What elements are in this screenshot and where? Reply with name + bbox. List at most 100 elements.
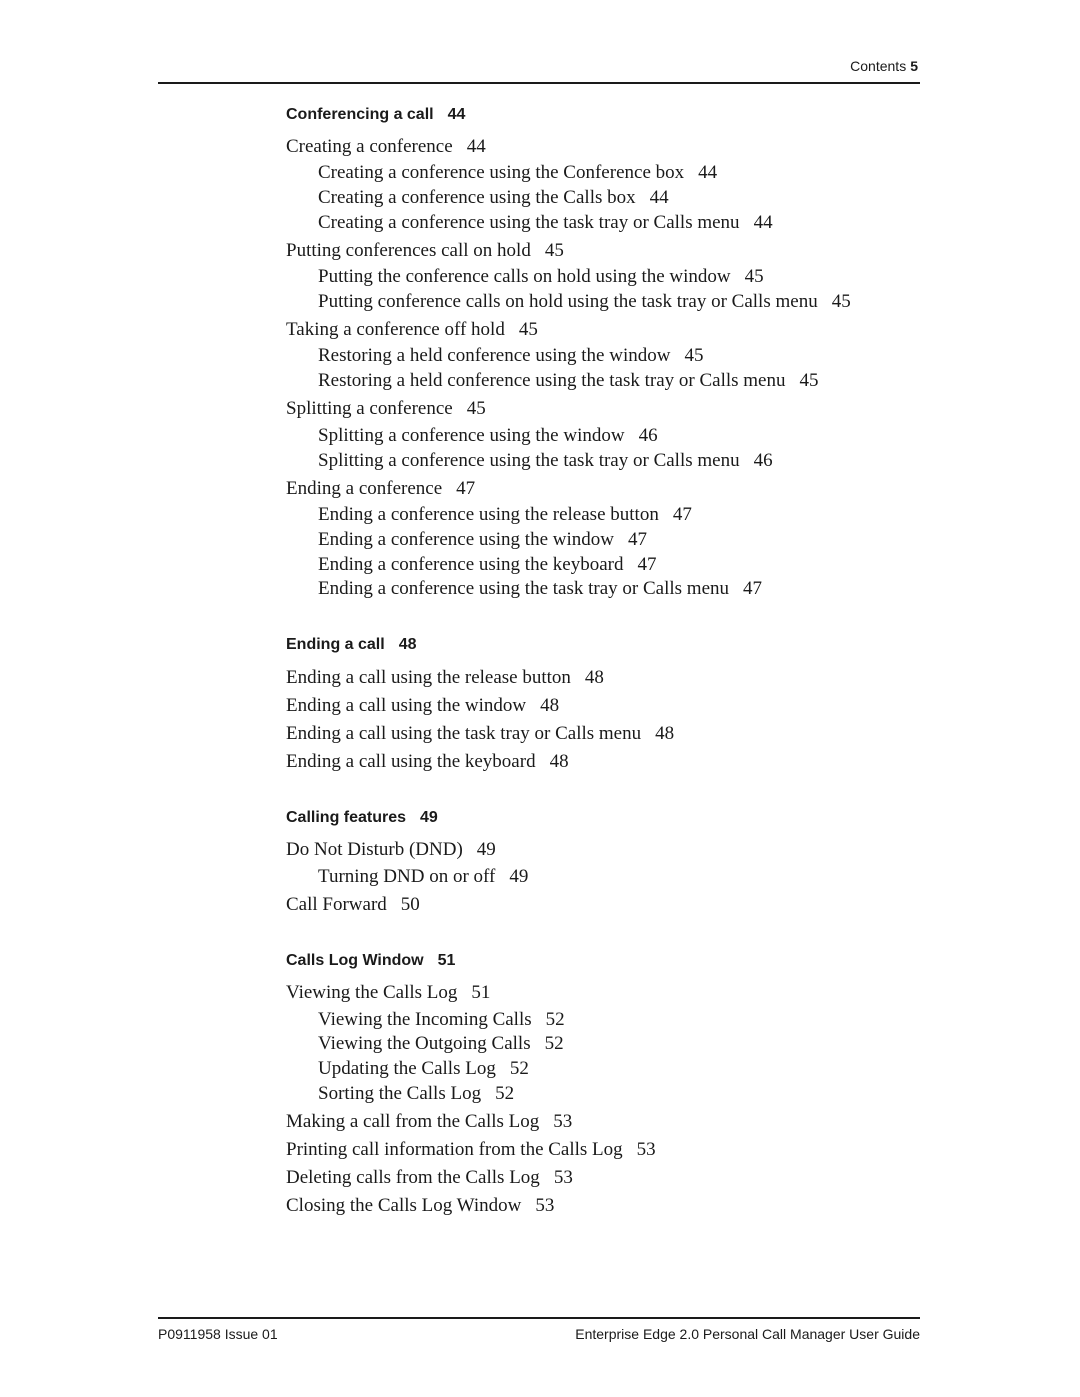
toc-subentry[interactable]: Ending a conference using the keyboard 47 (318, 554, 656, 576)
entry-page-number: 52 (544, 1033, 564, 1054)
toc-subentry[interactable]: Restoring a held conference using the ta… (318, 370, 818, 392)
entry-page-number: 45 (466, 398, 486, 419)
toc-entry[interactable]: Call Forward 50 (286, 894, 420, 916)
entry-title: Viewing the Calls Log (286, 982, 458, 1003)
entry-page-number: 45 (684, 345, 704, 366)
toc-entry[interactable]: Printing call information from the Calls… (286, 1139, 656, 1161)
entry-title: Putting the conference calls on hold usi… (318, 266, 731, 287)
entry-title: Closing the Calls Log Window (286, 1195, 522, 1216)
header-rule (158, 82, 920, 84)
toc-entry[interactable]: Do Not Disturb (DND) 49 (286, 839, 496, 861)
entry-page-number: 53 (553, 1167, 573, 1188)
entry-page-number: 47 (743, 578, 763, 599)
entry-page-number: 47 (628, 529, 647, 550)
toc-entry[interactable]: Making a call from the Calls Log 53 (286, 1111, 572, 1133)
entry-title: Taking a conference off hold (286, 319, 505, 340)
toc-entry[interactable]: Splitting a conference 45 (286, 398, 486, 420)
toc-subentry[interactable]: Updating the Calls Log 52 (318, 1058, 529, 1080)
entry-title: Do Not Disturb (DND) (286, 839, 463, 860)
toc-entry[interactable]: Ending a call using the window 48 (286, 695, 559, 717)
toc-entry[interactable]: Ending a call using the keyboard 48 (286, 751, 569, 773)
entry-title: Ending a conference using the task tray … (318, 578, 730, 599)
toc-section-heading[interactable]: Ending a call 48 (286, 636, 416, 654)
entry-title: Splitting a conference (286, 398, 453, 419)
toc-subentry[interactable]: Splitting a conference using the window 4… (318, 425, 658, 447)
section-title: Calling features (286, 809, 407, 826)
entry-title: Making a call from the Calls Log (286, 1111, 540, 1132)
entry-title: Ending a conference using the release bu… (318, 504, 659, 525)
toc-subentry[interactable]: Restoring a held conference using the wi… (318, 345, 703, 367)
section-page-number: 49 (420, 809, 438, 826)
running-header: Contents 5 (0, 58, 918, 74)
toc-entry[interactable]: Taking a conference off hold 45 (286, 319, 538, 341)
toc-entry[interactable]: Viewing the Calls Log 51 (286, 982, 490, 1004)
entry-page-number: 52 (495, 1083, 515, 1104)
entry-page-number: 52 (545, 1009, 565, 1030)
entry-page-number: 48 (540, 695, 560, 716)
entry-title: Creating a conference using the Conferen… (318, 162, 685, 183)
entry-page-number: 44 (698, 162, 718, 183)
entry-title: Creating a conference using the task tra… (318, 212, 740, 233)
section-page-number: 48 (398, 636, 417, 653)
entry-title: Viewing the Outgoing Calls (318, 1033, 531, 1054)
entry-title: Printing call information from the Calls… (286, 1139, 623, 1160)
entry-page-number: 53 (535, 1195, 555, 1216)
toc-entry[interactable]: Ending a conference 47 (286, 478, 475, 500)
entry-page-number: 47 (672, 504, 692, 525)
toc-subentry[interactable]: Ending a conference using the window 47 (318, 529, 647, 551)
toc-entry[interactable]: Closing the Calls Log Window 53 (286, 1195, 554, 1217)
entry-page-number: 50 (400, 894, 420, 915)
entry-page-number: 48 (584, 667, 604, 688)
entry-page-number: 48 (549, 751, 569, 772)
section-page-number: 51 (437, 952, 456, 969)
entry-title: Viewing the Incoming Calls (318, 1009, 532, 1030)
toc-section-heading[interactable]: Calling features 49 (286, 809, 438, 827)
entry-page-number: 45 (518, 319, 538, 340)
header-page-number: 5 (910, 58, 918, 74)
toc-entry[interactable]: Putting conferences call on hold 45 (286, 240, 564, 262)
entry-page-number: 51 (471, 982, 491, 1003)
toc-entry[interactable]: Ending a call using the task tray or Cal… (286, 723, 674, 745)
entry-title: Putting conference calls on hold using t… (318, 291, 818, 312)
toc-subentry[interactable]: Splitting a conference using the task tr… (318, 450, 773, 472)
entry-page-number: 45 (799, 370, 819, 391)
toc-subentry[interactable]: Sorting the Calls Log 52 (318, 1083, 514, 1105)
toc-entry[interactable]: Creating a conference 44 (286, 136, 486, 158)
toc-subentry[interactable]: Creating a conference using the Calls bo… (318, 187, 669, 209)
entry-title: Ending a call using the task tray or Cal… (286, 723, 642, 744)
toc-entry[interactable]: Deleting calls from the Calls Log 53 (286, 1167, 573, 1189)
section-title: Conferencing a call (286, 106, 434, 123)
entry-page-number: 46 (638, 425, 658, 446)
toc-subentry[interactable]: Creating a conference using the task tra… (318, 212, 773, 234)
header-label: Contents (850, 58, 907, 74)
toc-entry[interactable]: Ending a call using the release button 48 (286, 667, 604, 689)
entry-title: Sorting the Calls Log (318, 1083, 482, 1104)
toc-section-heading[interactable]: Conferencing a call 44 (286, 106, 465, 124)
entry-title: Call Forward (286, 894, 387, 915)
toc-subentry[interactable]: Putting conference calls on hold using t… (318, 291, 851, 313)
toc-subentry[interactable]: Ending a conference using the release bu… (318, 504, 692, 526)
toc-subentry[interactable]: Ending a conference using the task tray … (318, 578, 762, 600)
toc-subentry[interactable]: Creating a conference using the Conferen… (318, 162, 717, 184)
entry-title: Creating a conference using the Calls bo… (318, 187, 636, 208)
entry-title: Ending a conference using the window (318, 529, 614, 550)
entry-title: Creating a conference (286, 136, 453, 157)
entry-title: Splitting a conference using the window (318, 425, 625, 446)
entry-page-number: 49 (476, 839, 496, 860)
toc-subentry[interactable]: Turning DND on or off 49 (318, 866, 528, 888)
entry-page-number: 47 (456, 478, 476, 499)
entry-title: Putting conferences call on hold (286, 240, 531, 261)
entry-page-number: 46 (753, 450, 773, 471)
toc-subentry[interactable]: Putting the conference calls on hold usi… (318, 266, 764, 288)
entry-title: Updating the Calls Log (318, 1058, 496, 1079)
toc-section-heading[interactable]: Calls Log Window 51 (286, 952, 455, 970)
footer-rule (158, 1317, 920, 1319)
entry-title: Ending a conference (286, 478, 443, 499)
entry-page-number: 44 (466, 136, 486, 157)
toc-subentry[interactable]: Viewing the Outgoing Calls 52 (318, 1033, 564, 1055)
footer-doc-title: Enterprise Edge 2.0 Personal Call Manage… (575, 1326, 920, 1342)
toc-subentry[interactable]: Viewing the Incoming Calls 52 (318, 1009, 565, 1031)
entry-page-number: 45 (744, 266, 764, 287)
entry-page-number: 45 (544, 240, 564, 261)
entry-page-number: 45 (831, 291, 851, 312)
